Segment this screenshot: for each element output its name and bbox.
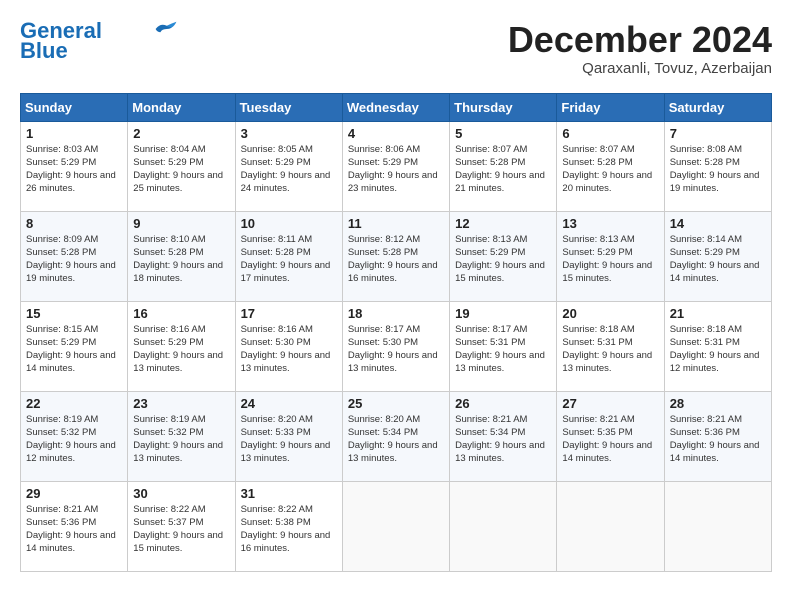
table-row [557,481,664,571]
table-row: 9 Sunrise: 8:10 AMSunset: 5:28 PMDayligh… [128,211,235,301]
table-row: 4 Sunrise: 8:06 AMSunset: 5:29 PMDayligh… [342,121,449,211]
table-row: 24 Sunrise: 8:20 AMSunset: 5:33 PMDaylig… [235,391,342,481]
table-row: 10 Sunrise: 8:11 AMSunset: 5:28 PMDaylig… [235,211,342,301]
calendar-week-4: 29 Sunrise: 8:21 AMSunset: 5:36 PMDaylig… [21,481,772,571]
logo: General Blue [20,20,178,62]
col-thursday: Thursday [450,93,557,121]
table-row [342,481,449,571]
table-row: 13 Sunrise: 8:13 AMSunset: 5:29 PMDaylig… [557,211,664,301]
calendar-header-row: Sunday Monday Tuesday Wednesday Thursday… [21,93,772,121]
table-row: 30 Sunrise: 8:22 AMSunset: 5:37 PMDaylig… [128,481,235,571]
table-row: 31 Sunrise: 8:22 AMSunset: 5:38 PMDaylig… [235,481,342,571]
table-row [450,481,557,571]
table-row: 22 Sunrise: 8:19 AMSunset: 5:32 PMDaylig… [21,391,128,481]
calendar-table: Sunday Monday Tuesday Wednesday Thursday… [20,93,772,572]
col-wednesday: Wednesday [342,93,449,121]
calendar-week-0: 1 Sunrise: 8:03 AMSunset: 5:29 PMDayligh… [21,121,772,211]
calendar-week-2: 15 Sunrise: 8:15 AMSunset: 5:29 PMDaylig… [21,301,772,391]
table-row: 26 Sunrise: 8:21 AMSunset: 5:34 PMDaylig… [450,391,557,481]
table-row: 3 Sunrise: 8:05 AMSunset: 5:29 PMDayligh… [235,121,342,211]
table-row: 11 Sunrise: 8:12 AMSunset: 5:28 PMDaylig… [342,211,449,301]
calendar-week-3: 22 Sunrise: 8:19 AMSunset: 5:32 PMDaylig… [21,391,772,481]
page-title: December 2024 [508,20,772,60]
table-row: 17 Sunrise: 8:16 AMSunset: 5:30 PMDaylig… [235,301,342,391]
table-row: 23 Sunrise: 8:19 AMSunset: 5:32 PMDaylig… [128,391,235,481]
table-row: 21 Sunrise: 8:18 AMSunset: 5:31 PMDaylig… [664,301,771,391]
page-subtitle: Qaraxanli, Tovuz, Azerbaijan [508,60,772,77]
table-row: 2 Sunrise: 8:04 AMSunset: 5:29 PMDayligh… [128,121,235,211]
title-section: December 2024 Qaraxanli, Tovuz, Azerbaij… [508,20,772,77]
table-row: 20 Sunrise: 8:18 AMSunset: 5:31 PMDaylig… [557,301,664,391]
table-row: 25 Sunrise: 8:20 AMSunset: 5:34 PMDaylig… [342,391,449,481]
table-row: 5 Sunrise: 8:07 AMSunset: 5:28 PMDayligh… [450,121,557,211]
page-header: General Blue December 2024 Qaraxanli, To… [20,20,772,77]
table-row: 15 Sunrise: 8:15 AMSunset: 5:29 PMDaylig… [21,301,128,391]
table-row: 19 Sunrise: 8:17 AMSunset: 5:31 PMDaylig… [450,301,557,391]
table-row: 16 Sunrise: 8:16 AMSunset: 5:29 PMDaylig… [128,301,235,391]
table-row: 14 Sunrise: 8:14 AMSunset: 5:29 PMDaylig… [664,211,771,301]
table-row: 7 Sunrise: 8:08 AMSunset: 5:28 PMDayligh… [664,121,771,211]
col-saturday: Saturday [664,93,771,121]
table-row: 29 Sunrise: 8:21 AMSunset: 5:36 PMDaylig… [21,481,128,571]
logo-bird-icon [154,21,178,37]
table-row: 28 Sunrise: 8:21 AMSunset: 5:36 PMDaylig… [664,391,771,481]
col-sunday: Sunday [21,93,128,121]
col-monday: Monday [128,93,235,121]
calendar-week-1: 8 Sunrise: 8:09 AMSunset: 5:28 PMDayligh… [21,211,772,301]
logo-text-blue: Blue [20,40,68,62]
table-row: 12 Sunrise: 8:13 AMSunset: 5:29 PMDaylig… [450,211,557,301]
table-row: 8 Sunrise: 8:09 AMSunset: 5:28 PMDayligh… [21,211,128,301]
col-tuesday: Tuesday [235,93,342,121]
table-row: 18 Sunrise: 8:17 AMSunset: 5:30 PMDaylig… [342,301,449,391]
table-row: 27 Sunrise: 8:21 AMSunset: 5:35 PMDaylig… [557,391,664,481]
table-row: 6 Sunrise: 8:07 AMSunset: 5:28 PMDayligh… [557,121,664,211]
table-row [664,481,771,571]
col-friday: Friday [557,93,664,121]
table-row: 1 Sunrise: 8:03 AMSunset: 5:29 PMDayligh… [21,121,128,211]
